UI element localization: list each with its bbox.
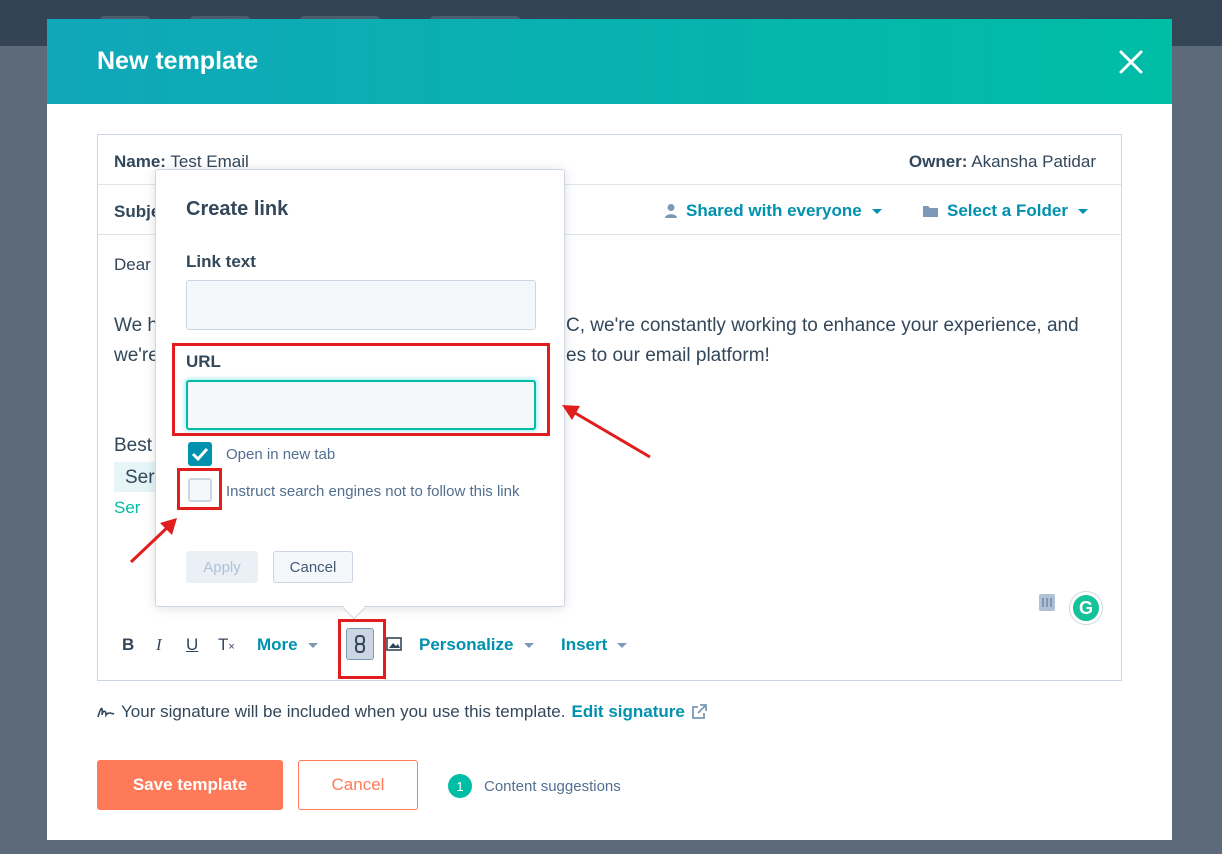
- arrow-line: [129, 523, 172, 564]
- arrowhead-icon: [562, 405, 580, 420]
- annotation-arrows: [129, 405, 651, 564]
- arrow-line: [569, 408, 651, 459]
